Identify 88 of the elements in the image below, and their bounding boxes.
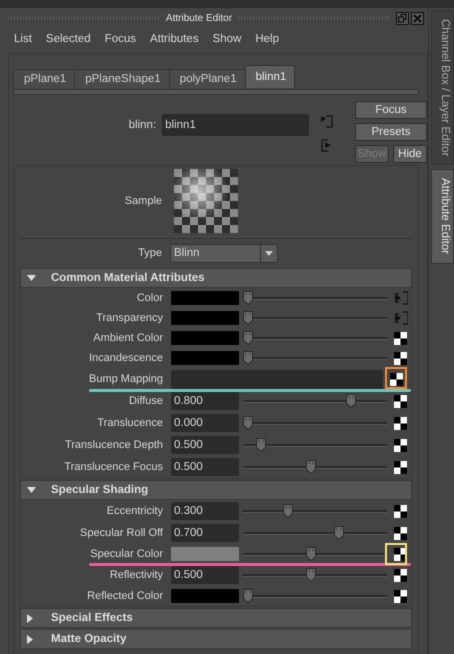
checker-map-icon[interactable] — [394, 416, 407, 430]
attribute-label: Reflected Color — [86, 590, 163, 602]
color-swatch[interactable] — [171, 351, 239, 365]
checker-map-icon[interactable] — [390, 372, 403, 386]
slider-thumb[interactable] — [283, 504, 294, 518]
section-header[interactable]: Special Effects — [20, 608, 412, 628]
menu-item[interactable]: Show — [212, 33, 242, 50]
node-tab[interactable]: pPlaneShape1 — [74, 69, 170, 89]
section-header[interactable]: Common Material Attributes — [20, 268, 412, 288]
checker-map-icon[interactable] — [394, 526, 407, 540]
attribute-label: Reflectivity — [108, 569, 163, 581]
attribute-label: Specular Color — [89, 548, 163, 560]
side-tab[interactable]: Channel Box / Layer Editor — [431, 10, 454, 166]
color-swatch[interactable] — [171, 547, 239, 561]
checker-map-icon[interactable] — [394, 590, 407, 602]
slider-thumb[interactable] — [243, 589, 253, 603]
checker-map-icon[interactable] — [394, 352, 407, 364]
slider-thumb[interactable] — [306, 568, 316, 582]
slider-thumb[interactable] — [256, 438, 266, 452]
attribute-label: Translucence Depth — [64, 439, 163, 451]
value-field[interactable]: 0.500 — [171, 436, 239, 454]
checker-map-icon[interactable] — [394, 332, 407, 344]
type-dropdown[interactable]: Blinn — [170, 244, 278, 262]
attribute-label: Incandescence — [88, 352, 163, 364]
expanded-triangle-icon[interactable] — [27, 487, 36, 493]
menu-item[interactable]: List — [14, 33, 32, 50]
color-swatch[interactable] — [171, 331, 239, 345]
color-swatch[interactable] — [171, 291, 239, 305]
attribute-label: Specular Roll Off — [79, 527, 163, 539]
slider-thumb[interactable] — [306, 460, 316, 474]
input-connection-icon[interactable] — [321, 115, 334, 128]
attribute-label: Eccentricity — [106, 505, 163, 517]
collapsed-triangle-icon[interactable] — [27, 634, 33, 644]
color-swatch[interactable] — [171, 311, 239, 325]
panel-button[interactable]: Hide — [392, 145, 427, 163]
value-field[interactable]: 0.800 — [171, 392, 239, 410]
attribute-label: Ambient Color — [92, 332, 163, 344]
menu-item[interactable]: Focus — [104, 33, 136, 50]
restore-icon[interactable] — [396, 12, 409, 24]
menu-item[interactable]: Attributes — [150, 33, 199, 50]
attribute-label: Transparency — [95, 312, 163, 324]
panel-button[interactable]: Presets — [354, 123, 427, 141]
value-field[interactable]: 0.000 — [171, 414, 239, 432]
slider-thumb[interactable] — [346, 394, 356, 408]
output-connection-icon[interactable] — [321, 139, 334, 152]
checker-map-icon[interactable] — [394, 394, 407, 408]
node-name-field[interactable]: blinn1 — [162, 114, 310, 136]
menu-item[interactable]: Help — [255, 33, 280, 50]
slider-thumb[interactable] — [243, 351, 253, 365]
caret-icon[interactable] — [265, 250, 273, 256]
sample-label: Sample — [124, 195, 162, 207]
section-header[interactable]: Matte Opacity — [20, 629, 412, 649]
attribute-label: Translucence — [96, 417, 163, 429]
menu-item[interactable]: Selected — [46, 33, 91, 50]
color-swatch[interactable] — [171, 589, 239, 603]
slider-thumb[interactable] — [243, 291, 253, 305]
slider-thumb[interactable] — [306, 547, 316, 561]
type-label: Type — [137, 247, 162, 259]
attribute-label: Diffuse — [128, 395, 163, 407]
checker-map-icon[interactable] — [394, 504, 407, 518]
side-tab[interactable]: Attribute Editor — [431, 169, 454, 264]
map-field[interactable] — [171, 370, 383, 388]
expanded-triangle-icon[interactable] — [27, 275, 36, 281]
slider-thumb[interactable] — [243, 416, 253, 430]
panel-button[interactable]: Focus — [354, 101, 427, 119]
value-field[interactable]: 0.300 — [171, 502, 239, 520]
node-tab[interactable]: polyPlane1 — [168, 69, 246, 89]
connection-arrow-icon[interactable] — [394, 291, 408, 305]
connection-arrow-icon[interactable] — [394, 311, 408, 325]
section-header[interactable]: Specular Shading — [20, 480, 412, 500]
checker-map-icon[interactable] — [394, 438, 407, 452]
value-field[interactable]: 0.500 — [171, 566, 239, 584]
node-tab[interactable]: blinn1 — [244, 65, 296, 88]
checker-map-icon[interactable] — [394, 460, 407, 474]
checker-map-icon[interactable] — [394, 568, 407, 582]
attribute-label: Translucence Focus — [63, 461, 163, 473]
node-tab[interactable]: pPlane1 — [13, 69, 76, 89]
node-label: blinn: — [128, 118, 156, 131]
value-field[interactable]: 0.500 — [171, 458, 239, 476]
attribute-label: Bump Mapping — [88, 373, 163, 385]
slider-thumb[interactable] — [334, 526, 344, 540]
slider-thumb[interactable] — [243, 311, 253, 325]
collapsed-triangle-icon[interactable] — [27, 614, 33, 622]
close-icon[interactable] — [411, 12, 424, 24]
window-title: Attribute Editor — [166, 12, 232, 24]
slider-thumb[interactable] — [243, 331, 253, 345]
value-field[interactable]: 0.700 — [171, 524, 239, 542]
attribute-label: Color — [136, 292, 163, 304]
